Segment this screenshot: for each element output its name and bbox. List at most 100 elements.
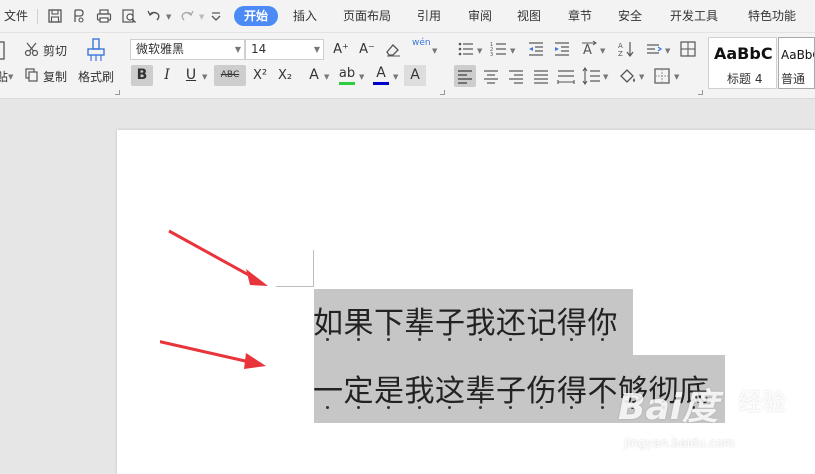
paste-dropdown-icon[interactable]: ▼: [8, 73, 13, 81]
highlight-dropdown-icon[interactable]: ▼: [359, 73, 364, 81]
format-painter-button[interactable]: 格式刷: [78, 68, 114, 85]
strikethrough-button[interactable]: ABC: [214, 65, 246, 86]
line-spacing-dropdown-icon[interactable]: ▼: [603, 73, 608, 81]
tab-page-layout[interactable]: 页面布局: [343, 0, 391, 33]
align-right-icon[interactable]: [505, 65, 527, 87]
style-preview: AaBbC: [714, 44, 773, 63]
margin-corner-mark: [313, 250, 314, 287]
redo-dropdown-icon[interactable]: ▼: [199, 13, 204, 21]
bold-button[interactable]: B: [131, 65, 153, 86]
tab-review[interactable]: 审阅: [468, 0, 492, 33]
font-shrink-button[interactable]: A⁻: [356, 39, 378, 60]
tab-developer-tools[interactable]: 开发工具: [670, 0, 718, 33]
shading-dropdown-icon[interactable]: ▼: [639, 73, 644, 81]
arrow-pointing-to-text: [160, 340, 266, 369]
menu-bar: 文件 ▼ ▼ 开始 插入 页面布局 引用 审阅 视图 章节 安全 开发工具 特色…: [0, 0, 815, 33]
paragraph-group-launcher[interactable]: [698, 90, 703, 95]
tab-view[interactable]: 视图: [517, 0, 541, 33]
emphasis-dot: [448, 406, 451, 409]
underline-button[interactable]: U: [180, 65, 202, 86]
paste-button[interactable]: 贴: [0, 68, 8, 85]
highlight-button[interactable]: ab: [336, 63, 358, 84]
text-effect-button[interactable]: A: [303, 65, 325, 86]
font-grow-button[interactable]: A⁺: [330, 39, 352, 60]
save-icon[interactable]: [46, 7, 64, 25]
bullet-list-icon[interactable]: [457, 41, 475, 57]
tab-special-features[interactable]: 特色功能: [748, 0, 796, 33]
undo-icon[interactable]: [145, 7, 163, 25]
bullet-dropdown-icon[interactable]: ▼: [477, 47, 482, 55]
emphasis-dot: [570, 406, 573, 409]
undo-dropdown-icon[interactable]: ▼: [166, 13, 171, 21]
sort-icon[interactable]: AZ: [617, 40, 635, 58]
text-direction-dropdown-icon[interactable]: ▼: [600, 47, 605, 55]
text-effect-dropdown-icon[interactable]: ▼: [324, 73, 329, 81]
font-name-value: 微软雅黑: [136, 42, 185, 56]
character-shading-button[interactable]: A: [404, 65, 426, 86]
justify-icon[interactable]: [530, 65, 552, 87]
watermark-logo: Bai度: [618, 387, 719, 428]
decrease-indent-icon[interactable]: [527, 41, 545, 57]
font-name-combo[interactable]: 微软雅黑 ▼: [130, 39, 245, 60]
line-spacing-icon[interactable]: [581, 65, 603, 87]
distributed-align-icon[interactable]: [555, 65, 577, 87]
copy-icon[interactable]: [24, 67, 40, 83]
copy-button[interactable]: 复制: [43, 68, 67, 85]
tab-home[interactable]: 开始: [234, 6, 278, 26]
clear-format-icon[interactable]: [384, 41, 402, 57]
marks-dropdown-icon[interactable]: ▼: [665, 47, 670, 55]
font-color-dropdown-icon[interactable]: ▼: [393, 73, 398, 81]
borders-icon[interactable]: [652, 66, 672, 86]
style-normal-web[interactable]: AaBbC 普通(网: [778, 37, 815, 89]
emphasis-dot: [539, 406, 543, 409]
style-name: 普通(网: [781, 72, 806, 86]
cut-button[interactable]: 剪切: [43, 42, 67, 59]
redo-icon[interactable]: [178, 7, 196, 25]
cut-icon[interactable]: [24, 41, 40, 57]
emphasis-dot: [539, 338, 543, 341]
style-heading-4[interactable]: AaBbC 标题 4: [708, 37, 777, 89]
align-left-button[interactable]: [454, 65, 476, 87]
text-direction-icon[interactable]: A: [580, 40, 598, 58]
tab-references[interactable]: 引用: [417, 0, 441, 33]
ribbon-toolbar: 贴 ▼ 剪切 复制 格式刷 微软雅黑 ▼ 14 ▼ A⁺ A⁻ wén ▼ B …: [0, 33, 815, 99]
align-center-icon[interactable]: [480, 65, 502, 87]
print-icon[interactable]: [95, 7, 113, 25]
emphasis-dot: [600, 406, 604, 409]
print-preview-icon[interactable]: [120, 7, 138, 25]
emphasis-dot: [326, 338, 329, 341]
superscript-button[interactable]: X²: [249, 65, 271, 86]
tab-security[interactable]: 安全: [618, 0, 642, 33]
format-painter-icon[interactable]: [85, 37, 107, 63]
table-icon[interactable]: [679, 40, 697, 58]
borders-dropdown-icon[interactable]: ▼: [674, 73, 679, 81]
svg-text:Z: Z: [618, 50, 623, 58]
export-pdf-icon[interactable]: [70, 7, 88, 25]
italic-button[interactable]: I: [156, 65, 178, 86]
svg-text:A: A: [583, 43, 592, 58]
tab-insert[interactable]: 插入: [293, 0, 317, 33]
font-color-button[interactable]: A: [370, 63, 392, 84]
numbered-list-icon[interactable]: 123: [490, 41, 508, 57]
shading-icon[interactable]: [618, 66, 638, 86]
clipboard-group-launcher[interactable]: [115, 90, 120, 95]
tab-chapter[interactable]: 章节: [568, 0, 592, 33]
emphasis-dot: [509, 406, 512, 409]
show-hide-marks-icon[interactable]: [645, 41, 663, 57]
quick-access-more-icon[interactable]: [207, 7, 225, 25]
numbered-dropdown-icon[interactable]: ▼: [510, 47, 515, 55]
emphasis-dot: [356, 406, 360, 409]
pinyin-guide-button[interactable]: wén: [412, 38, 431, 48]
font-size-combo[interactable]: 14 ▼: [245, 39, 324, 60]
font-group-launcher[interactable]: [440, 90, 445, 95]
pinyin-dropdown-icon[interactable]: ▼: [432, 47, 437, 55]
emphasis-dot: [509, 338, 512, 341]
increase-indent-icon[interactable]: [553, 41, 571, 57]
paste-icon[interactable]: [0, 39, 8, 61]
watermark-title: 经验: [738, 388, 786, 416]
file-menu[interactable]: 文件: [4, 0, 28, 33]
subscript-button[interactable]: X₂: [274, 65, 296, 86]
underline-dropdown-icon[interactable]: ▼: [202, 73, 207, 81]
style-preview: AaBbC: [781, 48, 814, 62]
baidu-jingyan-watermark: Bai度 经验 jingyan.baidu.com: [614, 378, 814, 474]
